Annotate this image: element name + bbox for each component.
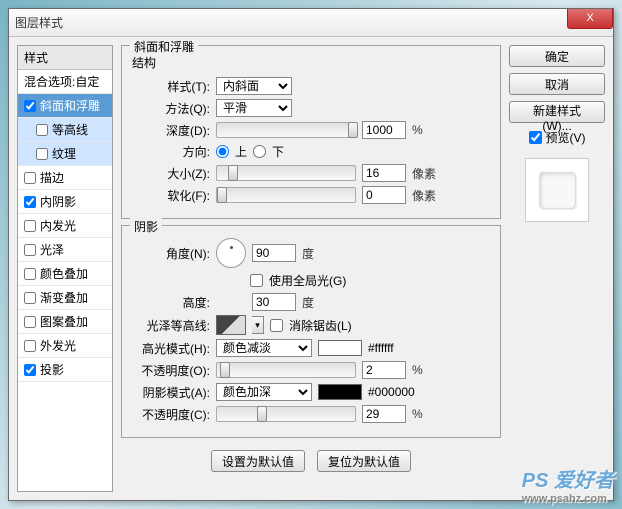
- gloss-row: 光泽等高线: ▾ 消除锯齿(L): [132, 315, 490, 335]
- technique-select[interactable]: 平滑: [216, 99, 292, 117]
- direction-up-radio[interactable]: [216, 145, 229, 158]
- watermark: PS 爱好者 www.psahz.com: [522, 464, 614, 505]
- soften-row: 软化(F): 像素: [132, 186, 490, 204]
- preview-swatch: [539, 172, 575, 208]
- shadow-opacity-row: 不透明度(C): %: [132, 405, 490, 423]
- stroke-checkbox[interactable]: [24, 172, 36, 184]
- bevel-fieldset: 斜面和浮雕 结构 样式(T): 内斜面 方法(Q): 平滑 深度(D): %: [121, 45, 501, 219]
- size-input[interactable]: [362, 164, 406, 182]
- size-slider[interactable]: [216, 165, 356, 181]
- layer-style-dialog: 图层样式 X 样式 混合选项:自定 斜面和浮雕 等高线 纹理 描边 内阴影 内发…: [8, 8, 614, 501]
- make-default-button[interactable]: 设置为默认值: [211, 450, 305, 472]
- depth-slider[interactable]: [216, 122, 356, 138]
- angle-input[interactable]: [252, 244, 296, 262]
- titlebar[interactable]: 图层样式 X: [9, 9, 613, 37]
- contour-checkbox[interactable]: [36, 124, 48, 136]
- styles-sidebar: 样式 混合选项:自定 斜面和浮雕 等高线 纹理 描边 内阴影 内发光 光泽 颜色…: [17, 45, 113, 492]
- blend-options[interactable]: 混合选项:自定: [18, 70, 112, 94]
- highlight-opacity-slider[interactable]: [216, 362, 356, 378]
- bevel-legend: 斜面和浮雕: [130, 38, 198, 55]
- size-row: 大小(Z): 像素: [132, 164, 490, 182]
- direction-down-radio[interactable]: [253, 145, 266, 158]
- soften-input[interactable]: [362, 186, 406, 204]
- bevel-checkbox[interactable]: [24, 100, 36, 112]
- main-panel: 斜面和浮雕 结构 样式(T): 内斜面 方法(Q): 平滑 深度(D): %: [121, 45, 501, 492]
- cancel-button[interactable]: 取消: [509, 73, 605, 95]
- sidebar-item-dropshadow[interactable]: 投影: [18, 358, 112, 382]
- preview-box: [525, 158, 589, 222]
- highlight-mode-select[interactable]: 颜色减淡: [216, 339, 312, 357]
- sidebar-item-satin[interactable]: 光泽: [18, 238, 112, 262]
- shadow-mode-row: 阴影模式(A): 颜色加深 #000000: [132, 383, 490, 401]
- coloroverlay-checkbox[interactable]: [24, 268, 36, 280]
- dropshadow-checkbox[interactable]: [24, 364, 36, 376]
- angle-dial[interactable]: [216, 238, 246, 268]
- sidebar-item-stroke[interactable]: 描边: [18, 166, 112, 190]
- gloss-contour-picker[interactable]: [216, 315, 246, 335]
- new-style-button[interactable]: 新建样式(W)...: [509, 101, 605, 123]
- depth-row: 深度(D): %: [132, 121, 490, 139]
- chevron-down-icon[interactable]: ▾: [252, 316, 264, 334]
- technique-row: 方法(Q): 平滑: [132, 99, 490, 117]
- shading-fieldset: 阴影 角度(N): 度 使用全局光(G) 高度: 度 光泽等高线: [121, 225, 501, 438]
- sidebar-item-innershadow[interactable]: 内阴影: [18, 190, 112, 214]
- highlight-color-swatch[interactable]: [318, 340, 362, 356]
- sidebar-header: 样式: [18, 46, 112, 70]
- close-button[interactable]: X: [567, 9, 613, 29]
- style-row: 样式(T): 内斜面: [132, 77, 490, 95]
- sidebar-item-outerglow[interactable]: 外发光: [18, 334, 112, 358]
- satin-checkbox[interactable]: [24, 244, 36, 256]
- preview-row: 预览(V): [509, 129, 605, 146]
- highlight-opacity-row: 不透明度(O): %: [132, 361, 490, 379]
- reset-default-button[interactable]: 复位为默认值: [317, 450, 411, 472]
- altitude-input[interactable]: [252, 293, 296, 311]
- sidebar-item-patternoverlay[interactable]: 图案叠加: [18, 310, 112, 334]
- structure-legend: 结构: [132, 54, 490, 71]
- outerglow-checkbox[interactable]: [24, 340, 36, 352]
- antialias-checkbox[interactable]: [270, 319, 283, 332]
- sidebar-item-contour[interactable]: 等高线: [18, 118, 112, 142]
- texture-checkbox[interactable]: [36, 148, 48, 160]
- shading-legend: 阴影: [130, 218, 162, 235]
- shadow-mode-select[interactable]: 颜色加深: [216, 383, 312, 401]
- sidebar-item-gradientoverlay[interactable]: 渐变叠加: [18, 286, 112, 310]
- soften-slider[interactable]: [216, 187, 356, 203]
- sidebar-item-innerglow[interactable]: 内发光: [18, 214, 112, 238]
- preview-checkbox[interactable]: [529, 131, 542, 144]
- angle-row: 角度(N): 度: [132, 238, 490, 268]
- ok-button[interactable]: 确定: [509, 45, 605, 67]
- sidebar-item-bevel[interactable]: 斜面和浮雕: [18, 94, 112, 118]
- content: 样式 混合选项:自定 斜面和浮雕 等高线 纹理 描边 内阴影 内发光 光泽 颜色…: [9, 37, 613, 500]
- right-column: 确定 取消 新建样式(W)... 预览(V): [509, 45, 605, 492]
- window-title: 图层样式: [15, 14, 63, 31]
- sidebar-item-coloroverlay[interactable]: 颜色叠加: [18, 262, 112, 286]
- highlight-mode-row: 高光模式(H): 颜色减淡 #ffffff: [132, 339, 490, 357]
- sidebar-item-texture[interactable]: 纹理: [18, 142, 112, 166]
- shadow-opacity-slider[interactable]: [216, 406, 356, 422]
- global-row: 使用全局光(G): [132, 272, 490, 289]
- altitude-row: 高度: 度: [132, 293, 490, 311]
- bottom-buttons: 设置为默认值 复位为默认值: [121, 450, 501, 472]
- shadow-color-swatch[interactable]: [318, 384, 362, 400]
- innerglow-checkbox[interactable]: [24, 220, 36, 232]
- innershadow-checkbox[interactable]: [24, 196, 36, 208]
- depth-input[interactable]: [362, 121, 406, 139]
- shadow-opacity-input[interactable]: [362, 405, 406, 423]
- highlight-opacity-input[interactable]: [362, 361, 406, 379]
- gradientoverlay-checkbox[interactable]: [24, 292, 36, 304]
- global-light-checkbox[interactable]: [250, 274, 263, 287]
- patternoverlay-checkbox[interactable]: [24, 316, 36, 328]
- direction-row: 方向: 上 下: [132, 143, 490, 160]
- style-select[interactable]: 内斜面: [216, 77, 292, 95]
